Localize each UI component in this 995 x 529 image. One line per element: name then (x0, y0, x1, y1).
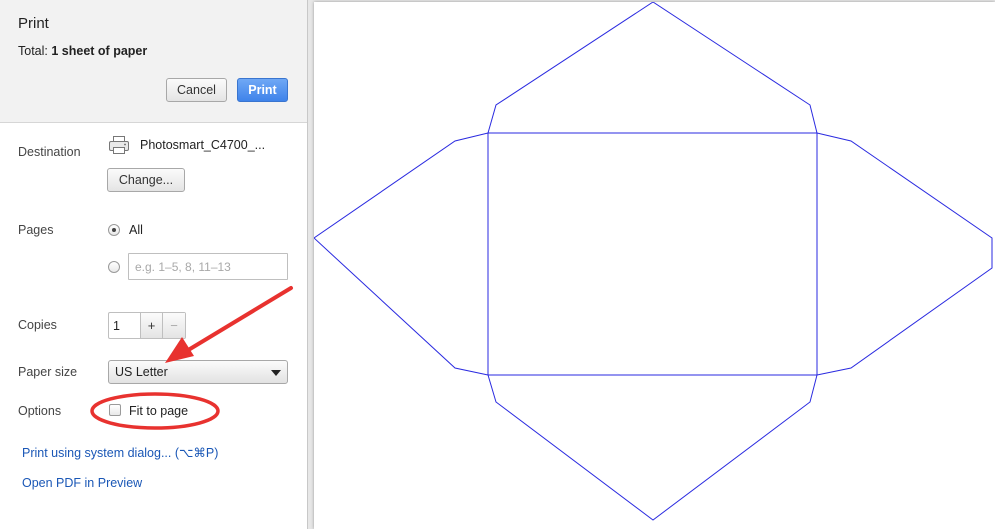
cancel-button[interactable]: Cancel (166, 78, 227, 102)
pages-range-input[interactable] (128, 253, 288, 280)
paper-size-label: Paper size (18, 365, 78, 379)
pages-custom-radio[interactable] (108, 261, 120, 273)
system-dialog-link[interactable]: Print using system dialog... (⌥⌘P) (22, 445, 218, 460)
fit-to-page-label: Fit to page (129, 404, 189, 418)
total-value: 1 sheet of paper (51, 44, 148, 58)
envelope-left-flap (314, 132, 489, 376)
copies-stepper: + − (108, 312, 186, 339)
open-pdf-preview-link[interactable]: Open PDF in Preview (22, 476, 142, 490)
envelope-bottom-flap (487, 374, 818, 521)
copies-decrement-button[interactable]: − (163, 313, 185, 338)
fit-to-page-checkbox[interactable] (109, 404, 121, 416)
pages-all-radio[interactable] (108, 224, 120, 236)
envelope-top-flap (487, 2, 818, 134)
options-label: Options (18, 404, 62, 418)
pages-all-label: All (129, 223, 143, 237)
copies-label: Copies (18, 318, 57, 332)
envelope-body (487, 132, 818, 376)
chevron-down-icon (271, 370, 281, 376)
print-preview-area (308, 0, 995, 529)
change-destination-button[interactable]: Change... (107, 168, 185, 192)
sheet-summary: Total: 1 sheet of paper (18, 44, 147, 58)
page-title: Print (18, 15, 49, 32)
print-button[interactable]: Print (237, 78, 288, 102)
envelope-right-flap (816, 132, 993, 376)
destination-label: Destination (18, 145, 81, 159)
copies-increment-button[interactable]: + (141, 313, 163, 338)
paper-size-select[interactable]: US Letter (108, 360, 288, 384)
printer-icon (108, 134, 130, 156)
sidebar-header: Print Total: 1 sheet of paper Cancel Pri… (0, 0, 307, 123)
paper-size-value: US Letter (115, 365, 168, 379)
envelope-template-drawing (314, 2, 993, 521)
printer-name: Photosmart_C4700_... (140, 138, 266, 152)
total-label: Total: (18, 44, 48, 58)
copies-input[interactable] (109, 313, 141, 338)
preview-page (314, 2, 995, 529)
pages-label: Pages (18, 223, 54, 237)
print-dialog: Print Total: 1 sheet of paper Cancel Pri… (0, 0, 995, 529)
annotation-arrow-shaft (183, 286, 293, 354)
print-settings-sidebar: Print Total: 1 sheet of paper Cancel Pri… (0, 0, 308, 529)
